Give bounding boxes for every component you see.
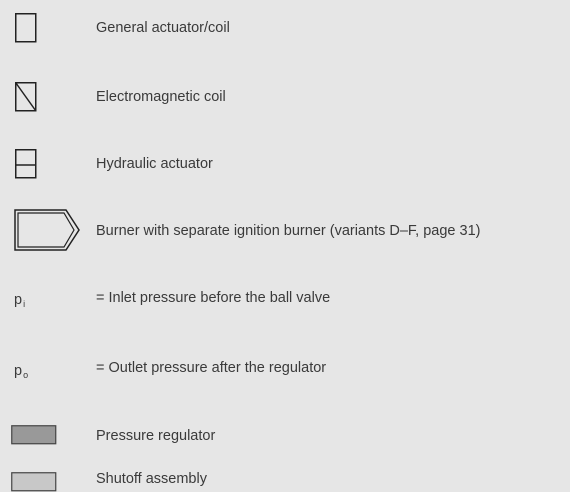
hydraulic-actuator-symbol <box>15 149 37 179</box>
inlet-pressure-label: = Inlet pressure before the ball valve <box>96 290 331 306</box>
inlet-pressure-symbol: pi <box>14 292 26 309</box>
electromagnetic-coil-symbol <box>15 82 37 112</box>
general-actuator-coil-symbol <box>15 13 37 43</box>
outlet-pressure-label: = Outlet pressure after the regulator <box>96 360 327 376</box>
general-actuator-coil-label: General actuator/coil <box>96 20 230 36</box>
outlet-pressure-symbol: po <box>14 363 29 380</box>
shutoff-assembly-label: Shutoff assembly <box>96 471 207 487</box>
hydraulic-actuator-label: Hydraulic actuator <box>96 156 213 172</box>
shutoff-assembly-swatch <box>11 472 57 492</box>
pressure-regulator-swatch <box>11 425 57 445</box>
electromagnetic-coil-label: Electromagnetic coil <box>96 89 226 105</box>
burner-ignition-symbol <box>14 209 80 251</box>
pressure-regulator-label: Pressure regulator <box>96 428 216 444</box>
burner-ignition-label: Burner with separate ignition burner (va… <box>96 223 481 239</box>
